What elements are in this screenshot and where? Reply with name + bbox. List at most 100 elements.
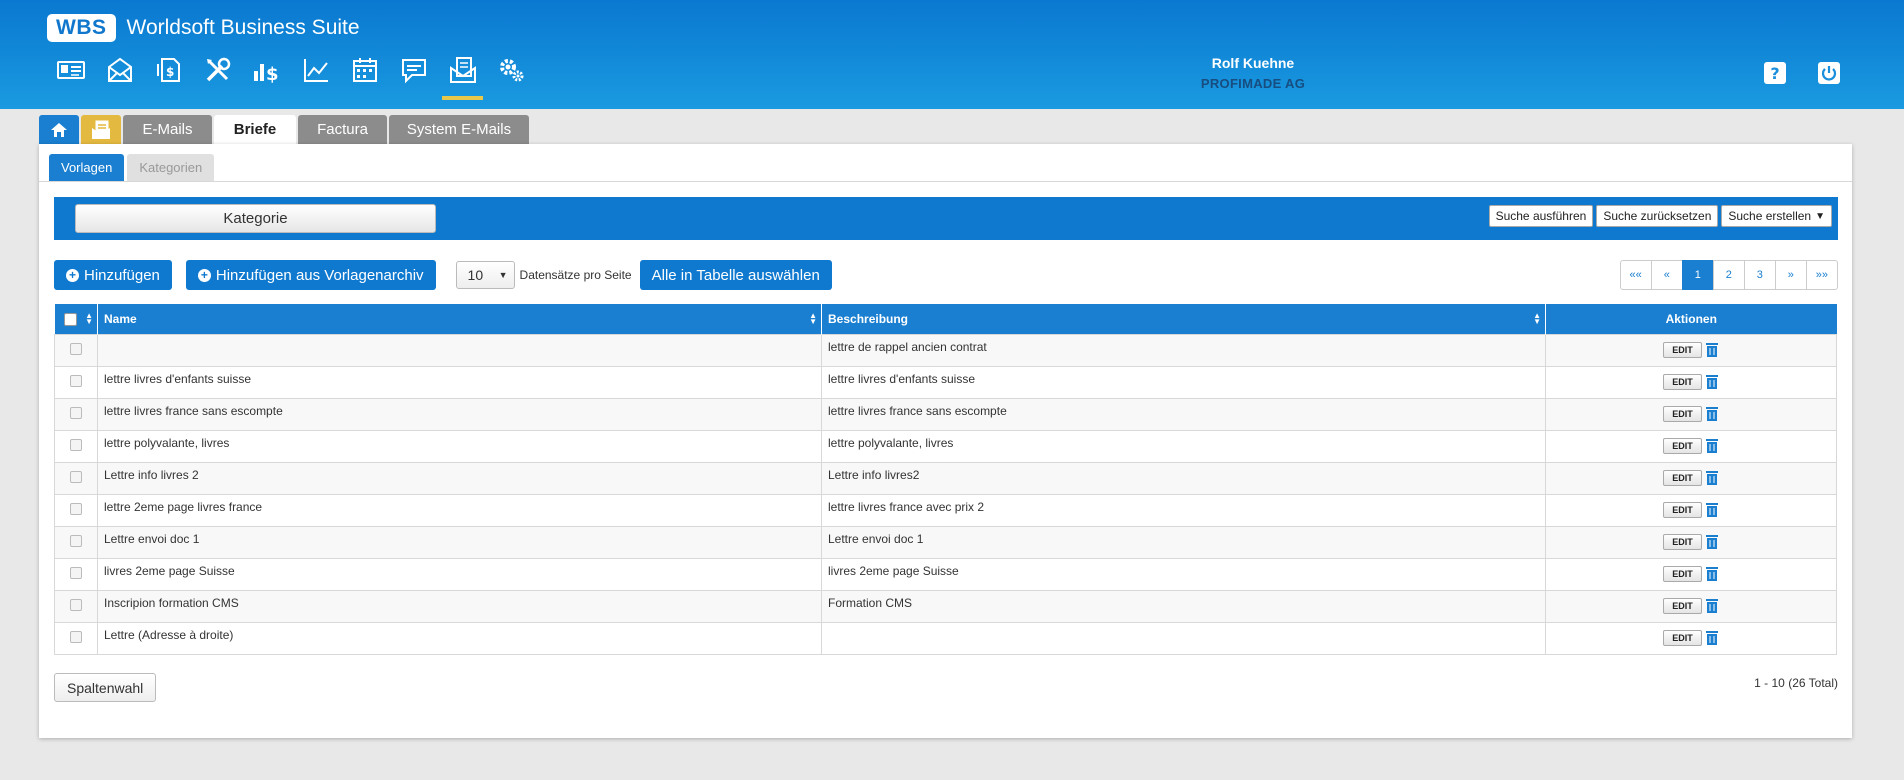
- table-row: lettre de rappel ancien contrat EDIT: [54, 333, 1837, 367]
- row-checkbox[interactable]: [70, 502, 82, 515]
- column-chooser-button[interactable]: Spaltenwahl: [54, 673, 157, 702]
- user-company: PROFIMADE AG: [1200, 76, 1306, 91]
- tab-emails[interactable]: E-Mails: [123, 115, 212, 144]
- page-1[interactable]: 1: [1681, 260, 1714, 290]
- trash-icon[interactable]: [1705, 374, 1719, 390]
- description-cell: lettre de rappel ancien contrat: [821, 333, 1546, 367]
- row-checkbox[interactable]: [70, 438, 82, 451]
- search-actions: Suche ausführen Suche zurücksetzen Suche…: [1488, 205, 1832, 227]
- row-checkbox[interactable]: [70, 630, 82, 643]
- letters-icon[interactable]: [438, 56, 487, 100]
- row-checkbox[interactable]: [70, 342, 82, 355]
- table-body: lettre de rappel ancien contrat EDIT let…: [54, 333, 1837, 655]
- edit-button[interactable]: EDIT: [1663, 406, 1702, 422]
- edit-button[interactable]: EDIT: [1663, 534, 1702, 550]
- edit-button[interactable]: EDIT: [1663, 470, 1702, 486]
- add-button-label: Hinzufügen: [84, 266, 160, 284]
- tab-home[interactable]: [39, 115, 79, 144]
- page-last[interactable]: »»: [1805, 260, 1838, 290]
- table-row: Inscripion formation CMS Formation CMS E…: [54, 589, 1837, 623]
- contact-card-icon[interactable]: [46, 56, 95, 92]
- app-logo[interactable]: WBS Worldsoft Business Suite: [47, 14, 360, 42]
- edit-button[interactable]: EDIT: [1663, 374, 1702, 390]
- column-header-actions: Aktionen: [1545, 304, 1837, 334]
- description-cell: lettre livres d'enfants suisse: [821, 365, 1546, 399]
- chevron-down-icon: ▼: [498, 270, 508, 280]
- table-row: lettre polyvalante, livres lettre polyva…: [54, 429, 1837, 463]
- trash-icon[interactable]: [1705, 502, 1719, 518]
- per-page-value: 10: [467, 267, 484, 283]
- plus-circle-icon: +: [66, 268, 79, 282]
- trash-icon[interactable]: [1705, 566, 1719, 582]
- row-checkbox[interactable]: [70, 534, 82, 547]
- edit-button[interactable]: EDIT: [1663, 566, 1702, 582]
- trash-icon[interactable]: [1705, 534, 1719, 550]
- tab-kategorien[interactable]: Kategorien: [127, 154, 215, 181]
- kategorie-filter-button[interactable]: Kategorie: [75, 204, 436, 233]
- page-2[interactable]: 2: [1712, 260, 1745, 290]
- trash-icon[interactable]: [1705, 406, 1719, 422]
- trash-icon[interactable]: [1705, 438, 1719, 454]
- name-cell: lettre livres france sans escompte: [97, 397, 822, 431]
- page-first[interactable]: ««: [1619, 260, 1652, 290]
- select-all-header: ▲ ▼: [54, 304, 98, 334]
- row-select-cell: [54, 589, 98, 623]
- description-cell: lettre livres france avec prix 2: [821, 493, 1546, 527]
- page-prev[interactable]: «: [1650, 260, 1683, 290]
- page-next[interactable]: »: [1774, 260, 1807, 290]
- table-row: lettre 2eme page livres france lettre li…: [54, 493, 1837, 527]
- edit-button[interactable]: EDIT: [1663, 630, 1702, 646]
- table-row: lettre livres france sans escompte lettr…: [54, 397, 1837, 431]
- run-search-button[interactable]: Suche ausführen: [1488, 205, 1594, 227]
- tools-icon[interactable]: [193, 56, 242, 92]
- edit-button[interactable]: EDIT: [1663, 342, 1702, 358]
- mail-icon[interactable]: [95, 56, 144, 92]
- row-checkbox[interactable]: [70, 406, 82, 419]
- row-checkbox[interactable]: [70, 566, 82, 579]
- tab-system-emails[interactable]: System E-Mails: [389, 115, 529, 144]
- tab-vorlagen[interactable]: Vorlagen: [49, 154, 125, 181]
- reset-search-button[interactable]: Suche zurücksetzen: [1596, 205, 1719, 227]
- row-checkbox[interactable]: [70, 374, 82, 387]
- power-icon[interactable]: [1817, 61, 1841, 85]
- column-header-name[interactable]: Name ▲ ▼: [97, 304, 822, 334]
- invoice-icon[interactable]: $: [144, 56, 193, 92]
- calendar-icon[interactable]: [340, 56, 389, 92]
- chart-icon[interactable]: [291, 56, 340, 92]
- finance-icon[interactable]: $: [242, 56, 291, 92]
- row-checkbox[interactable]: [70, 598, 82, 611]
- actions-cell: EDIT: [1545, 621, 1837, 655]
- tab-letters-module[interactable]: [81, 115, 121, 144]
- per-page-select[interactable]: 10 ▼: [455, 261, 515, 289]
- comment-icon[interactable]: [389, 56, 438, 92]
- row-checkbox[interactable]: [70, 470, 82, 483]
- table-row: lettre livres d'enfants suisse lettre li…: [54, 365, 1837, 399]
- help-icon[interactable]: ?: [1763, 61, 1787, 85]
- tab-briefe[interactable]: Briefe: [214, 115, 296, 144]
- app-title: Worldsoft Business Suite: [126, 16, 360, 39]
- trash-icon[interactable]: [1705, 598, 1719, 614]
- settings-icon[interactable]: [487, 56, 536, 92]
- row-select-cell: [54, 557, 98, 591]
- sort-icon[interactable]: ▲ ▼: [1533, 312, 1541, 326]
- sort-icon[interactable]: ▲ ▼: [809, 312, 817, 326]
- column-header-description[interactable]: Beschreibung ▲ ▼: [821, 304, 1546, 334]
- add-from-archive-button[interactable]: + Hinzufügen aus Vorlagenarchiv: [185, 260, 436, 290]
- page-3[interactable]: 3: [1743, 260, 1776, 290]
- actions-cell: EDIT: [1545, 429, 1837, 463]
- edit-button[interactable]: EDIT: [1663, 502, 1702, 518]
- edit-button[interactable]: EDIT: [1663, 438, 1702, 454]
- edit-button[interactable]: EDIT: [1663, 598, 1702, 614]
- add-button[interactable]: + Hinzufügen: [54, 260, 172, 290]
- sort-icon[interactable]: ▲ ▼: [85, 312, 93, 326]
- description-cell: Lettre envoi doc 1: [821, 525, 1546, 559]
- trash-icon[interactable]: [1705, 470, 1719, 486]
- create-search-select[interactable]: Suche erstellen ▼: [1721, 205, 1832, 227]
- trash-icon[interactable]: [1705, 630, 1719, 646]
- filter-bar: Kategorie Suche ausführen Suche zurückse…: [54, 197, 1838, 240]
- subtab-divider: [39, 181, 1852, 182]
- tab-factura[interactable]: Factura: [298, 115, 387, 144]
- select-all-button[interactable]: Alle in Tabelle auswählen: [639, 260, 832, 290]
- trash-icon[interactable]: [1705, 342, 1719, 358]
- select-all-checkbox[interactable]: [64, 312, 78, 326]
